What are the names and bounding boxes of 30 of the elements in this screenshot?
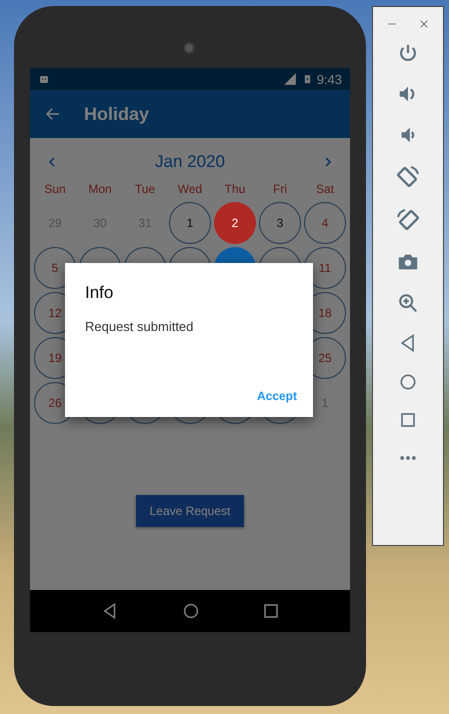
day-cell[interactable]: 4 bbox=[304, 202, 346, 244]
power-icon[interactable] bbox=[397, 42, 419, 64]
home-icon[interactable] bbox=[398, 372, 418, 392]
weekday-label: Fri bbox=[272, 181, 288, 198]
clock-time: 9:43 bbox=[316, 72, 342, 86]
weekday-label: Tue bbox=[134, 181, 156, 198]
leave-request-button[interactable]: Leave Request bbox=[136, 495, 244, 527]
recents-icon[interactable] bbox=[262, 603, 279, 619]
android-icon bbox=[38, 73, 50, 85]
day-cell[interactable]: 1 bbox=[169, 202, 211, 244]
camera-lens-icon bbox=[183, 42, 195, 54]
dialog-title: Info bbox=[85, 283, 114, 303]
weekday-label: Mon bbox=[87, 181, 113, 198]
zoom-in-icon[interactable] bbox=[397, 292, 419, 314]
close-icon[interactable] bbox=[419, 19, 429, 29]
accept-button[interactable]: Accept bbox=[256, 389, 297, 403]
weekday-label: Sat bbox=[314, 181, 335, 198]
day-cell[interactable]: 3 bbox=[259, 202, 301, 244]
overview-icon[interactable] bbox=[399, 411, 417, 429]
day-cell[interactable]: 2 bbox=[214, 202, 256, 244]
weekday-label: Sun bbox=[43, 181, 67, 198]
home-icon[interactable] bbox=[182, 602, 200, 620]
dialog-message: Request submitted bbox=[85, 319, 194, 334]
rotate-right-icon[interactable] bbox=[396, 208, 420, 232]
month-title: Jan 2020 bbox=[155, 152, 225, 172]
rotate-left-icon[interactable] bbox=[396, 165, 420, 189]
weekday-label: Thu bbox=[224, 181, 246, 198]
weekday-label: Wed bbox=[176, 181, 204, 198]
app-bar-title: Holiday bbox=[84, 104, 150, 124]
signal-icon bbox=[282, 72, 298, 86]
